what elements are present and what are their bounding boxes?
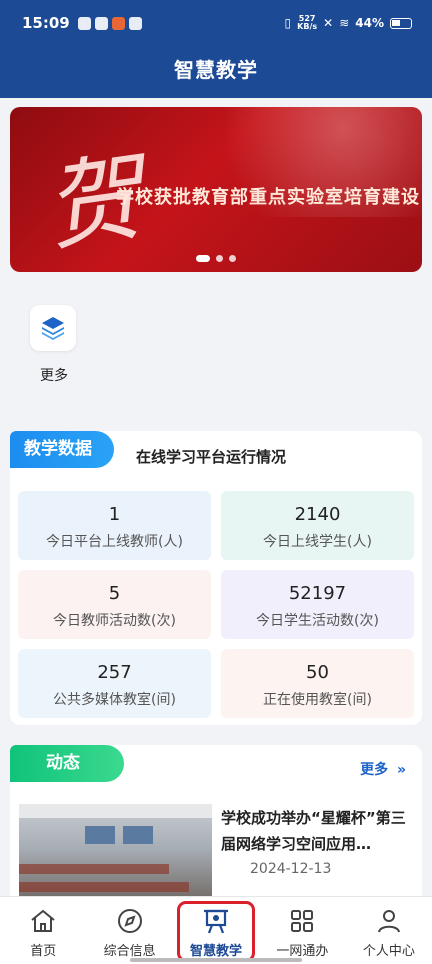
vibrate-icon: ▯ xyxy=(284,16,292,30)
carousel-dot[interactable] xyxy=(196,255,210,262)
tab-personal-center[interactable]: 个人中心 xyxy=(346,897,432,964)
double-chevron-right-icon: » xyxy=(396,762,406,778)
person-icon xyxy=(377,910,400,933)
stat-value: 1 xyxy=(108,504,121,525)
carousel-indicator xyxy=(10,255,422,262)
page-title: 智慧教学 xyxy=(0,46,432,98)
news-item-date: 2024-12-13 xyxy=(250,861,332,877)
net-speed-unit: KB/s xyxy=(297,22,318,31)
stat-label: 正在使用教室(间) xyxy=(263,692,372,708)
notification-icons xyxy=(77,16,142,30)
stat-label: 公共多媒体教室(间) xyxy=(53,692,176,708)
battery-icon xyxy=(390,17,412,29)
battery-percent: 44% xyxy=(355,16,384,30)
tab-info[interactable]: 综合信息 xyxy=(86,897,172,964)
stat-classrooms-in-use[interactable]: 50 正在使用教室(间) xyxy=(221,649,414,718)
news-item-title[interactable]: 学校成功举办“星耀杯”第三届网络学习空间应用… xyxy=(221,805,409,857)
tab-label: 综合信息 xyxy=(103,944,156,959)
stat-teacher-activities[interactable]: 5 今日教师活动数(次) xyxy=(18,570,211,639)
tab-label: 一网通办 xyxy=(276,944,329,959)
stat-value: 257 xyxy=(97,662,132,683)
stat-value: 50 xyxy=(306,662,329,683)
teaching-data-card: 教学数据 在线学习平台运行情况 1 今日平台上线教师(人) 2140 今日上线学… xyxy=(10,431,422,725)
status-bar: 15:09 ▯ 527 KB/s ✕ ≋ 44% xyxy=(0,0,432,46)
grid-apps-icon xyxy=(291,910,314,932)
news-more-label: 更多 xyxy=(360,762,389,778)
classroom-screen xyxy=(85,826,115,844)
classroom-desk-row xyxy=(19,882,189,892)
stat-value: 52197 xyxy=(288,583,347,604)
status-time: 15:09 xyxy=(22,14,70,32)
more-shortcut-label: 更多 xyxy=(40,368,68,384)
carousel-dot[interactable] xyxy=(229,255,236,262)
notification-icon xyxy=(128,16,142,30)
home-icon xyxy=(31,909,55,932)
layers-icon xyxy=(30,305,76,351)
news-more-link[interactable]: 更多 » xyxy=(360,759,406,779)
banner-headline: 学校获批教育部重点实验室培育建设 xyxy=(116,187,420,208)
classroom-screen xyxy=(123,826,153,844)
net-speed: 527 KB/s xyxy=(297,15,317,31)
news-tag: 动态 xyxy=(10,745,124,782)
notification-icon xyxy=(94,16,108,30)
notification-icon xyxy=(77,16,91,30)
news-thumbnail[interactable] xyxy=(19,804,212,905)
stat-value: 2140 xyxy=(294,504,341,525)
stat-label: 今日学生活动数(次) xyxy=(256,613,379,629)
bottom-tab-bar: 首页 综合信息 智慧教学 一网通办 个人中心 xyxy=(0,896,432,964)
notification-icon xyxy=(111,16,125,30)
sim-icon: ✕ xyxy=(323,16,334,30)
stat-multimedia-classrooms[interactable]: 257 公共多媒体教室(间) xyxy=(18,649,211,718)
stat-student-activities[interactable]: 52197 今日学生活动数(次) xyxy=(221,570,414,639)
stat-label: 今日平台上线教师(人) xyxy=(46,534,183,550)
stat-value: 5 xyxy=(108,583,121,604)
home-indicator[interactable] xyxy=(130,958,302,962)
tab-label: 个人中心 xyxy=(362,944,415,959)
tab-one-stop-service[interactable]: 一网通办 xyxy=(259,897,345,964)
teaching-data-subtitle: 在线学习平台运行情况 xyxy=(136,448,287,466)
presentation-board-icon xyxy=(204,909,229,934)
compass-icon xyxy=(117,909,142,933)
stat-online-students[interactable]: 2140 今日上线学生(人) xyxy=(221,491,414,560)
teaching-data-tag: 教学数据 xyxy=(10,431,114,468)
classroom-desk-row xyxy=(19,864,169,874)
classroom-ceiling xyxy=(19,804,212,818)
tab-home[interactable]: 首页 xyxy=(0,897,86,964)
news-card: 动态 更多 » 学校成功举办“星耀杯”第三届网络学习空间应用… 2024-12-… xyxy=(10,745,422,905)
stat-online-teachers[interactable]: 1 今日平台上线教师(人) xyxy=(18,491,211,560)
more-shortcut[interactable]: 更多 xyxy=(30,305,78,385)
stat-label: 今日教师活动数(次) xyxy=(53,613,176,629)
carousel-dot[interactable] xyxy=(216,255,223,262)
banner-carousel[interactable]: 贺 学校获批教育部重点实验室培育建设 xyxy=(10,107,422,272)
tab-label: 智慧教学 xyxy=(190,944,243,959)
stat-label: 今日上线学生(人) xyxy=(263,534,372,550)
tab-label: 首页 xyxy=(30,944,57,959)
tab-smart-teaching[interactable]: 智慧教学 xyxy=(173,897,259,964)
wifi-icon: ≋ xyxy=(339,16,350,30)
